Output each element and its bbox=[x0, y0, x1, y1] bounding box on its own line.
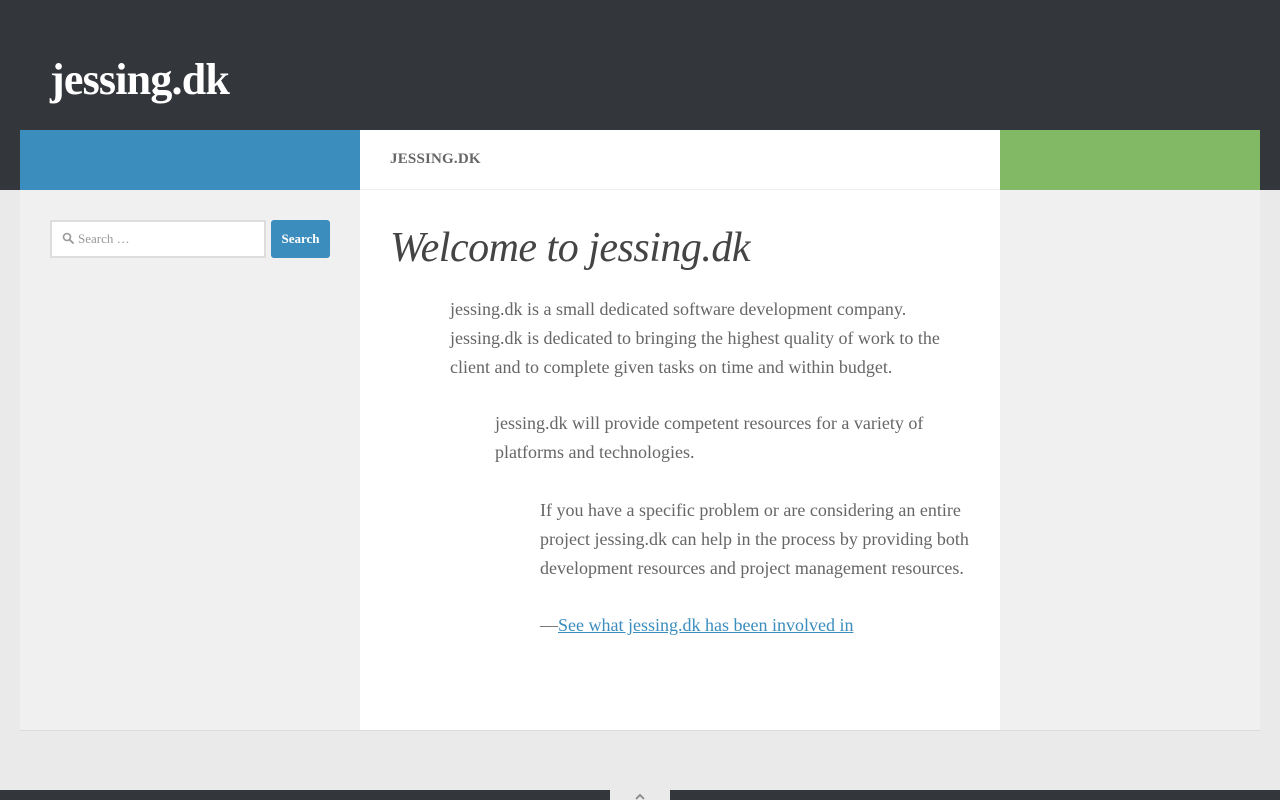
back-to-top-button[interactable] bbox=[610, 790, 670, 800]
search-button[interactable]: Search bbox=[271, 220, 330, 258]
site-title[interactable]: jessing.dk bbox=[50, 53, 230, 107]
main-content: jessing.dk Welcome to jessing.dk jessing… bbox=[360, 130, 1000, 730]
search-icon bbox=[62, 232, 74, 244]
search-field[interactable] bbox=[50, 220, 266, 258]
em-dash: — bbox=[540, 615, 558, 635]
page-header-title: jessing.dk bbox=[390, 151, 481, 167]
blockquote-resources: jessing.dk will provide competent resour… bbox=[495, 413, 924, 462]
page-title: Welcome to jessing.dk bbox=[390, 225, 751, 271]
blockquote-intro: jessing.dk is a small dedicated software… bbox=[450, 299, 940, 377]
involved-paragraph: —See what jessing.dk has been involved i… bbox=[540, 611, 980, 640]
sidebar-left-header-bar bbox=[20, 130, 360, 190]
blockquote-help: If you have a specific problem or are co… bbox=[540, 500, 969, 578]
involved-link[interactable]: See what jessing.dk has been involved in bbox=[558, 615, 853, 635]
sidebar-right-header-bar bbox=[1000, 130, 1260, 190]
page-header: jessing.dk bbox=[360, 130, 1000, 190]
search-input[interactable] bbox=[76, 222, 258, 256]
site-footer bbox=[0, 790, 1280, 800]
chevron-up-icon bbox=[635, 793, 645, 800]
main-wrapper: Search jessing.dk Welcome to jessing.dk … bbox=[20, 130, 1260, 731]
